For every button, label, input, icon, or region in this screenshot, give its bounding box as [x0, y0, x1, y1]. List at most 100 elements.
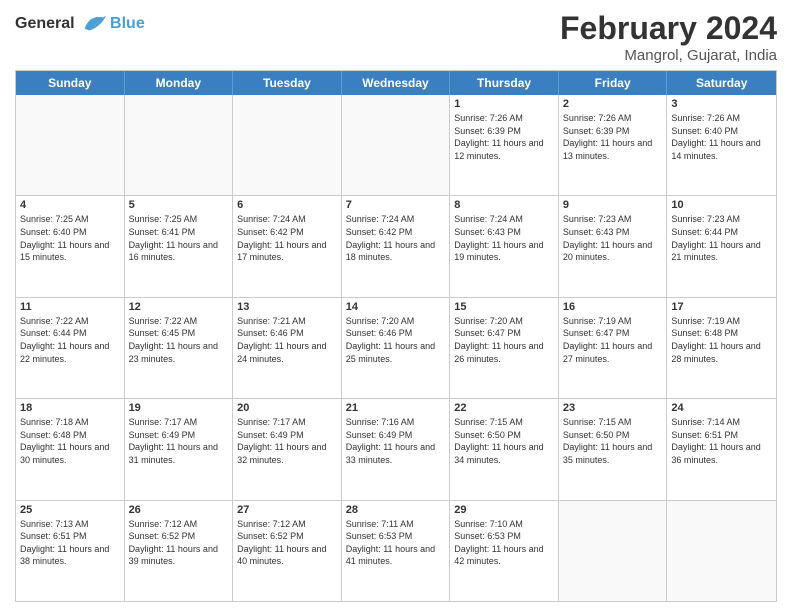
week-row-2: 4 Sunrise: 7:25 AM Sunset: 6:40 PM Daylig… [16, 195, 776, 296]
week-row-3: 11 Sunrise: 7:22 AM Sunset: 6:44 PM Dayli… [16, 297, 776, 398]
day-cell: 26Sunrise: 7:12 AM Sunset: 6:52 PM Dayli… [125, 501, 234, 601]
day-header-saturday: Saturday [667, 71, 776, 95]
page: General Blue February 2024 Mangrol, Guja… [0, 0, 792, 612]
day-info: Sunrise: 7:16 AM Sunset: 6:49 PM Dayligh… [346, 416, 446, 466]
day-cell: 3Sunrise: 7:26 AM Sunset: 6:40 PM Daylig… [667, 95, 776, 195]
day-header-friday: Friday [559, 71, 668, 95]
day-info: Sunrise: 7:13 AM Sunset: 6:51 PM Dayligh… [20, 518, 120, 568]
day-cell: 4 Sunrise: 7:25 AM Sunset: 6:40 PM Daylig… [16, 196, 125, 296]
header: General Blue February 2024 Mangrol, Guja… [15, 10, 777, 64]
day-info: Sunrise: 7:23 AM Sunset: 6:43 PM Dayligh… [563, 213, 663, 263]
day-number: 27 [237, 504, 337, 516]
calendar-subtitle: Mangrol, Gujarat, India [560, 47, 777, 64]
day-number: 22 [454, 402, 554, 414]
day-number: 29 [454, 504, 554, 516]
day-number: 5 [129, 199, 229, 211]
day-cell: 21 Sunrise: 7:16 AM Sunset: 6:49 PM Dayli… [342, 399, 451, 499]
day-info: Sunrise: 7:25 AM Sunset: 6:40 PM Dayligh… [20, 213, 120, 263]
day-number: 28 [346, 504, 446, 516]
week-row-5: 25 Sunrise: 7:13 AM Sunset: 6:51 PM Dayli… [16, 500, 776, 601]
calendar: SundayMondayTuesdayWednesdayThursdayFrid… [15, 70, 777, 602]
day-number: 7 [346, 199, 446, 211]
day-cell: 9 Sunrise: 7:23 AM Sunset: 6:43 PM Daylig… [559, 196, 668, 296]
day-info: Sunrise: 7:26 AM Sunset: 6:39 PM Dayligh… [454, 112, 554, 162]
day-number: 21 [346, 402, 446, 414]
day-number: 13 [237, 301, 337, 313]
day-info: Sunrise: 7:20 AM Sunset: 6:47 PM Dayligh… [454, 315, 554, 365]
day-cell: 6 Sunrise: 7:24 AM Sunset: 6:42 PM Daylig… [233, 196, 342, 296]
calendar-title: February 2024 [560, 10, 777, 47]
day-cell: 2Sunrise: 7:26 AM Sunset: 6:39 PM Daylig… [559, 95, 668, 195]
day-number: 17 [671, 301, 772, 313]
day-number: 19 [129, 402, 229, 414]
day-cell: 17 Sunrise: 7:19 AM Sunset: 6:48 PM Dayli… [667, 298, 776, 398]
day-header-tuesday: Tuesday [233, 71, 342, 95]
day-info: Sunrise: 7:23 AM Sunset: 6:44 PM Dayligh… [671, 213, 772, 263]
day-header-wednesday: Wednesday [342, 71, 451, 95]
day-info: Sunrise: 7:25 AM Sunset: 6:41 PM Dayligh… [129, 213, 229, 263]
day-info: Sunrise: 7:19 AM Sunset: 6:47 PM Dayligh… [563, 315, 663, 365]
day-info: Sunrise: 7:15 AM Sunset: 6:50 PM Dayligh… [563, 416, 663, 466]
title-block: February 2024 Mangrol, Gujarat, India [560, 10, 777, 64]
day-number: 14 [346, 301, 446, 313]
day-info: Sunrise: 7:17 AM Sunset: 6:49 PM Dayligh… [129, 416, 229, 466]
day-number: 15 [454, 301, 554, 313]
day-number: 8 [454, 199, 554, 211]
day-cell [667, 501, 776, 601]
day-cell [16, 95, 125, 195]
day-cell: 10Sunrise: 7:23 AM Sunset: 6:44 PM Dayli… [667, 196, 776, 296]
day-info: Sunrise: 7:24 AM Sunset: 6:42 PM Dayligh… [346, 213, 446, 263]
day-info: Sunrise: 7:21 AM Sunset: 6:46 PM Dayligh… [237, 315, 337, 365]
day-cell: 15 Sunrise: 7:20 AM Sunset: 6:47 PM Dayli… [450, 298, 559, 398]
day-cell: 27 Sunrise: 7:12 AM Sunset: 6:52 PM Dayli… [233, 501, 342, 601]
day-number: 18 [20, 402, 120, 414]
day-number: 23 [563, 402, 663, 414]
day-cell: 1 Sunrise: 7:26 AM Sunset: 6:39 PM Daylig… [450, 95, 559, 195]
day-number: 2 [563, 98, 663, 110]
day-cell: 14 Sunrise: 7:20 AM Sunset: 6:46 PM Dayli… [342, 298, 451, 398]
week-row-4: 18 Sunrise: 7:18 AM Sunset: 6:48 PM Dayli… [16, 398, 776, 499]
day-cell: 19 Sunrise: 7:17 AM Sunset: 6:49 PM Dayli… [125, 399, 234, 499]
day-number: 20 [237, 402, 337, 414]
day-info: Sunrise: 7:19 AM Sunset: 6:48 PM Dayligh… [671, 315, 772, 365]
day-number: 26 [129, 504, 229, 516]
day-info: Sunrise: 7:12 AM Sunset: 6:52 PM Dayligh… [237, 518, 337, 568]
day-number: 25 [20, 504, 120, 516]
day-cell: 7 Sunrise: 7:24 AM Sunset: 6:42 PM Daylig… [342, 196, 451, 296]
day-info: Sunrise: 7:26 AM Sunset: 6:40 PM Dayligh… [671, 112, 772, 162]
day-cell: 23 Sunrise: 7:15 AM Sunset: 6:50 PM Dayli… [559, 399, 668, 499]
day-cell: 25 Sunrise: 7:13 AM Sunset: 6:51 PM Dayli… [16, 501, 125, 601]
day-info: Sunrise: 7:11 AM Sunset: 6:53 PM Dayligh… [346, 518, 446, 568]
day-number: 9 [563, 199, 663, 211]
day-number: 24 [671, 402, 772, 414]
day-info: Sunrise: 7:22 AM Sunset: 6:44 PM Dayligh… [20, 315, 120, 365]
day-number: 12 [129, 301, 229, 313]
day-cell [559, 501, 668, 601]
logo-general: General [15, 15, 75, 32]
day-number: 1 [454, 98, 554, 110]
week-row-1: 1 Sunrise: 7:26 AM Sunset: 6:39 PM Daylig… [16, 95, 776, 195]
day-cell: 28 Sunrise: 7:11 AM Sunset: 6:53 PM Dayli… [342, 501, 451, 601]
day-number: 16 [563, 301, 663, 313]
day-info: Sunrise: 7:10 AM Sunset: 6:53 PM Dayligh… [454, 518, 554, 568]
day-info: Sunrise: 7:20 AM Sunset: 6:46 PM Dayligh… [346, 315, 446, 365]
day-info: Sunrise: 7:15 AM Sunset: 6:50 PM Dayligh… [454, 416, 554, 466]
day-cell: 24 Sunrise: 7:14 AM Sunset: 6:51 PM Dayli… [667, 399, 776, 499]
day-headers: SundayMondayTuesdayWednesdayThursdayFrid… [16, 71, 776, 95]
day-info: Sunrise: 7:24 AM Sunset: 6:42 PM Dayligh… [237, 213, 337, 263]
day-cell: 13 Sunrise: 7:21 AM Sunset: 6:46 PM Dayli… [233, 298, 342, 398]
day-info: Sunrise: 7:18 AM Sunset: 6:48 PM Dayligh… [20, 416, 120, 466]
logo-bird-icon [80, 10, 108, 38]
day-header-monday: Monday [125, 71, 234, 95]
day-number: 6 [237, 199, 337, 211]
day-cell: 5 Sunrise: 7:25 AM Sunset: 6:41 PM Daylig… [125, 196, 234, 296]
day-cell: 18 Sunrise: 7:18 AM Sunset: 6:48 PM Dayli… [16, 399, 125, 499]
day-cell [125, 95, 234, 195]
day-info: Sunrise: 7:14 AM Sunset: 6:51 PM Dayligh… [671, 416, 772, 466]
day-info: Sunrise: 7:24 AM Sunset: 6:43 PM Dayligh… [454, 213, 554, 263]
day-number: 4 [20, 199, 120, 211]
day-info: Sunrise: 7:22 AM Sunset: 6:45 PM Dayligh… [129, 315, 229, 365]
day-cell: 12 Sunrise: 7:22 AM Sunset: 6:45 PM Dayli… [125, 298, 234, 398]
day-number: 11 [20, 301, 120, 313]
weeks: 1 Sunrise: 7:26 AM Sunset: 6:39 PM Daylig… [16, 95, 776, 601]
